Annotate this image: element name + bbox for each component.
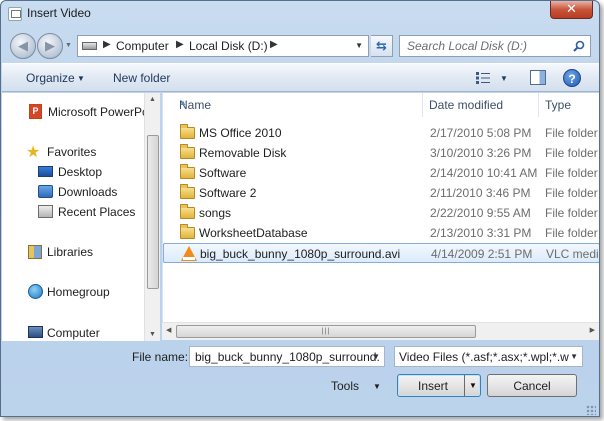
downloads-icon	[38, 185, 53, 198]
breadcrumb-separator-icon[interactable]: ▶	[176, 39, 184, 50]
cancel-button[interactable]: Cancel	[487, 374, 577, 397]
command-toolbar: Organize ▼ New folder ▼ ?	[2, 63, 599, 92]
window-title: Insert Video	[27, 6, 91, 20]
close-button[interactable]: ✕	[550, 1, 593, 19]
file-name-label: File name:	[132, 350, 189, 364]
homegroup-icon	[28, 284, 43, 299]
tools-button[interactable]: Tools	[331, 379, 359, 393]
file-row[interactable]: WorksheetDatabase 2/13/2010 3:31 PM File…	[163, 223, 599, 243]
navigation-pane-scrollbar[interactable]: ▲ ▼	[144, 93, 160, 341]
insert-split-divider	[464, 375, 465, 396]
breadcrumb-separator-icon[interactable]: ▶	[103, 39, 111, 50]
file-name-input[interactable]: big_buck_bunny_1080p_surround. ▼	[189, 346, 385, 367]
back-button[interactable]: ◀	[10, 33, 36, 59]
back-arrow-icon: ◀	[18, 38, 28, 53]
breadcrumb-computer[interactable]: Computer	[116, 39, 169, 53]
file-row-selected[interactable]: big_buck_bunny_1080p_surround.avi 4/14/2…	[163, 243, 599, 263]
navigation-scroll-thumb[interactable]	[147, 135, 159, 289]
folder-icon	[180, 164, 195, 179]
insert-options-dropdown-icon[interactable]: ▼	[469, 381, 477, 390]
nav-item-desktop[interactable]: Desktop	[2, 163, 144, 181]
folder-icon	[180, 144, 195, 159]
resize-grip-icon[interactable]	[586, 405, 596, 415]
navigation-pane: P Microsoft PowerPc ★ Favorites Desktop …	[2, 93, 144, 341]
recent-places-icon	[38, 205, 53, 218]
file-name-dropdown-icon[interactable]: ▼	[372, 352, 380, 361]
file-row[interactable]: Software 2/14/2010 10:41 AM File folder	[163, 163, 599, 183]
search-icon[interactable]	[573, 40, 585, 52]
horizontal-scroll-thumb[interactable]: |||	[176, 325, 476, 338]
drive-icon	[82, 42, 97, 50]
folder-icon	[180, 124, 195, 139]
nav-item-recent-places[interactable]: Recent Places	[2, 203, 144, 221]
folder-icon	[180, 184, 195, 199]
organize-button[interactable]: Organize	[26, 71, 75, 85]
nav-item-computer[interactable]: Computer	[2, 324, 144, 341]
nav-item-downloads[interactable]: Downloads	[2, 183, 144, 201]
file-row[interactable]: songs 2/22/2010 9:55 AM File folder	[163, 203, 599, 223]
view-options-dropdown-icon[interactable]: ▼	[500, 74, 508, 83]
forward-arrow-icon: ▶	[45, 38, 55, 53]
libraries-icon	[28, 245, 42, 259]
navigation-bar: ◀ ▶ ▼ ▶ Computer ▶ Local Disk (D:) ▶ ▼ ⇆…	[1, 29, 599, 61]
insert-video-dialog: Insert Video ✕ ◀ ▶ ▼ ▶ Computer ▶ Local …	[0, 0, 600, 417]
preview-pane-icon[interactable]	[530, 70, 546, 85]
column-header-type[interactable]: Type	[539, 93, 599, 117]
dialog-footer: File name: big_buck_bunny_1080p_surround…	[1, 341, 599, 416]
help-icon[interactable]: ?	[563, 69, 581, 87]
column-header-date-modified[interactable]: Date modified	[423, 93, 539, 117]
change-view-icon[interactable]	[476, 72, 490, 84]
address-bar[interactable]: ▶ Computer ▶ Local Disk (D:) ▶ ▼	[77, 35, 369, 57]
nav-item-homegroup[interactable]: Homegroup	[2, 283, 144, 301]
file-row[interactable]: Removable Disk 3/10/2010 3:26 PM File fo…	[163, 143, 599, 163]
file-type-select[interactable]: Video Files (*.asf;*.asx;*.wpl;*.w ▼	[394, 346, 583, 367]
vlc-icon	[181, 246, 197, 261]
sort-ascending-icon: ▲	[179, 98, 187, 107]
powerpoint-icon: P	[29, 104, 42, 119]
star-icon: ★	[26, 144, 41, 161]
search-input[interactable]: Search Local Disk (D:)	[399, 35, 591, 57]
nav-item-favorites[interactable]: ★ Favorites	[2, 143, 144, 161]
search-placeholder: Search Local Disk (D:)	[407, 39, 528, 53]
column-header-name[interactable]: Name ▲	[173, 93, 423, 117]
nav-item-microsoft-powerpoint[interactable]: P Microsoft PowerPc	[2, 103, 144, 121]
forward-button[interactable]: ▶	[37, 33, 63, 59]
insert-button[interactable]: Insert ▼	[397, 374, 481, 397]
file-list-horizontal-scrollbar[interactable]: ◀ ||| ▶	[162, 322, 599, 340]
address-dropdown-icon[interactable]: ▼	[355, 41, 363, 50]
tools-dropdown-icon[interactable]: ▼	[373, 382, 381, 391]
close-icon: ✕	[566, 1, 577, 16]
file-type-dropdown-icon[interactable]: ▼	[570, 352, 578, 361]
refresh-button[interactable]: ⇆	[371, 35, 393, 57]
dialog-icon	[8, 7, 22, 21]
title-bar[interactable]: Insert Video ✕	[1, 1, 599, 29]
file-row[interactable]: Software 2 2/11/2010 3:46 PM File folder	[163, 183, 599, 203]
folder-icon	[180, 204, 195, 219]
desktop-icon	[38, 166, 53, 177]
refresh-icon: ⇆	[376, 38, 387, 53]
file-list: Name ▲ Date modified Type MS Office 2010…	[162, 93, 599, 322]
file-row[interactable]: MS Office 2010 2/17/2010 5:08 PM File fo…	[163, 123, 599, 143]
scroll-up-arrow-icon[interactable]: ▲	[149, 96, 156, 103]
scroll-down-arrow-icon[interactable]: ▼	[149, 331, 156, 338]
folder-icon	[180, 224, 195, 239]
breadcrumb-separator-icon[interactable]: ▶	[270, 39, 278, 50]
organize-dropdown-icon[interactable]: ▼	[77, 74, 85, 83]
computer-icon	[28, 326, 43, 338]
new-folder-button[interactable]: New folder	[113, 71, 170, 85]
breadcrumb-local-disk[interactable]: Local Disk (D:)	[189, 39, 268, 53]
scroll-right-arrow-icon[interactable]: ▶	[590, 326, 595, 334]
recent-locations-dropdown-icon[interactable]: ▼	[65, 42, 72, 49]
nav-item-libraries[interactable]: Libraries	[2, 243, 144, 261]
scroll-left-arrow-icon[interactable]: ◀	[166, 326, 171, 334]
